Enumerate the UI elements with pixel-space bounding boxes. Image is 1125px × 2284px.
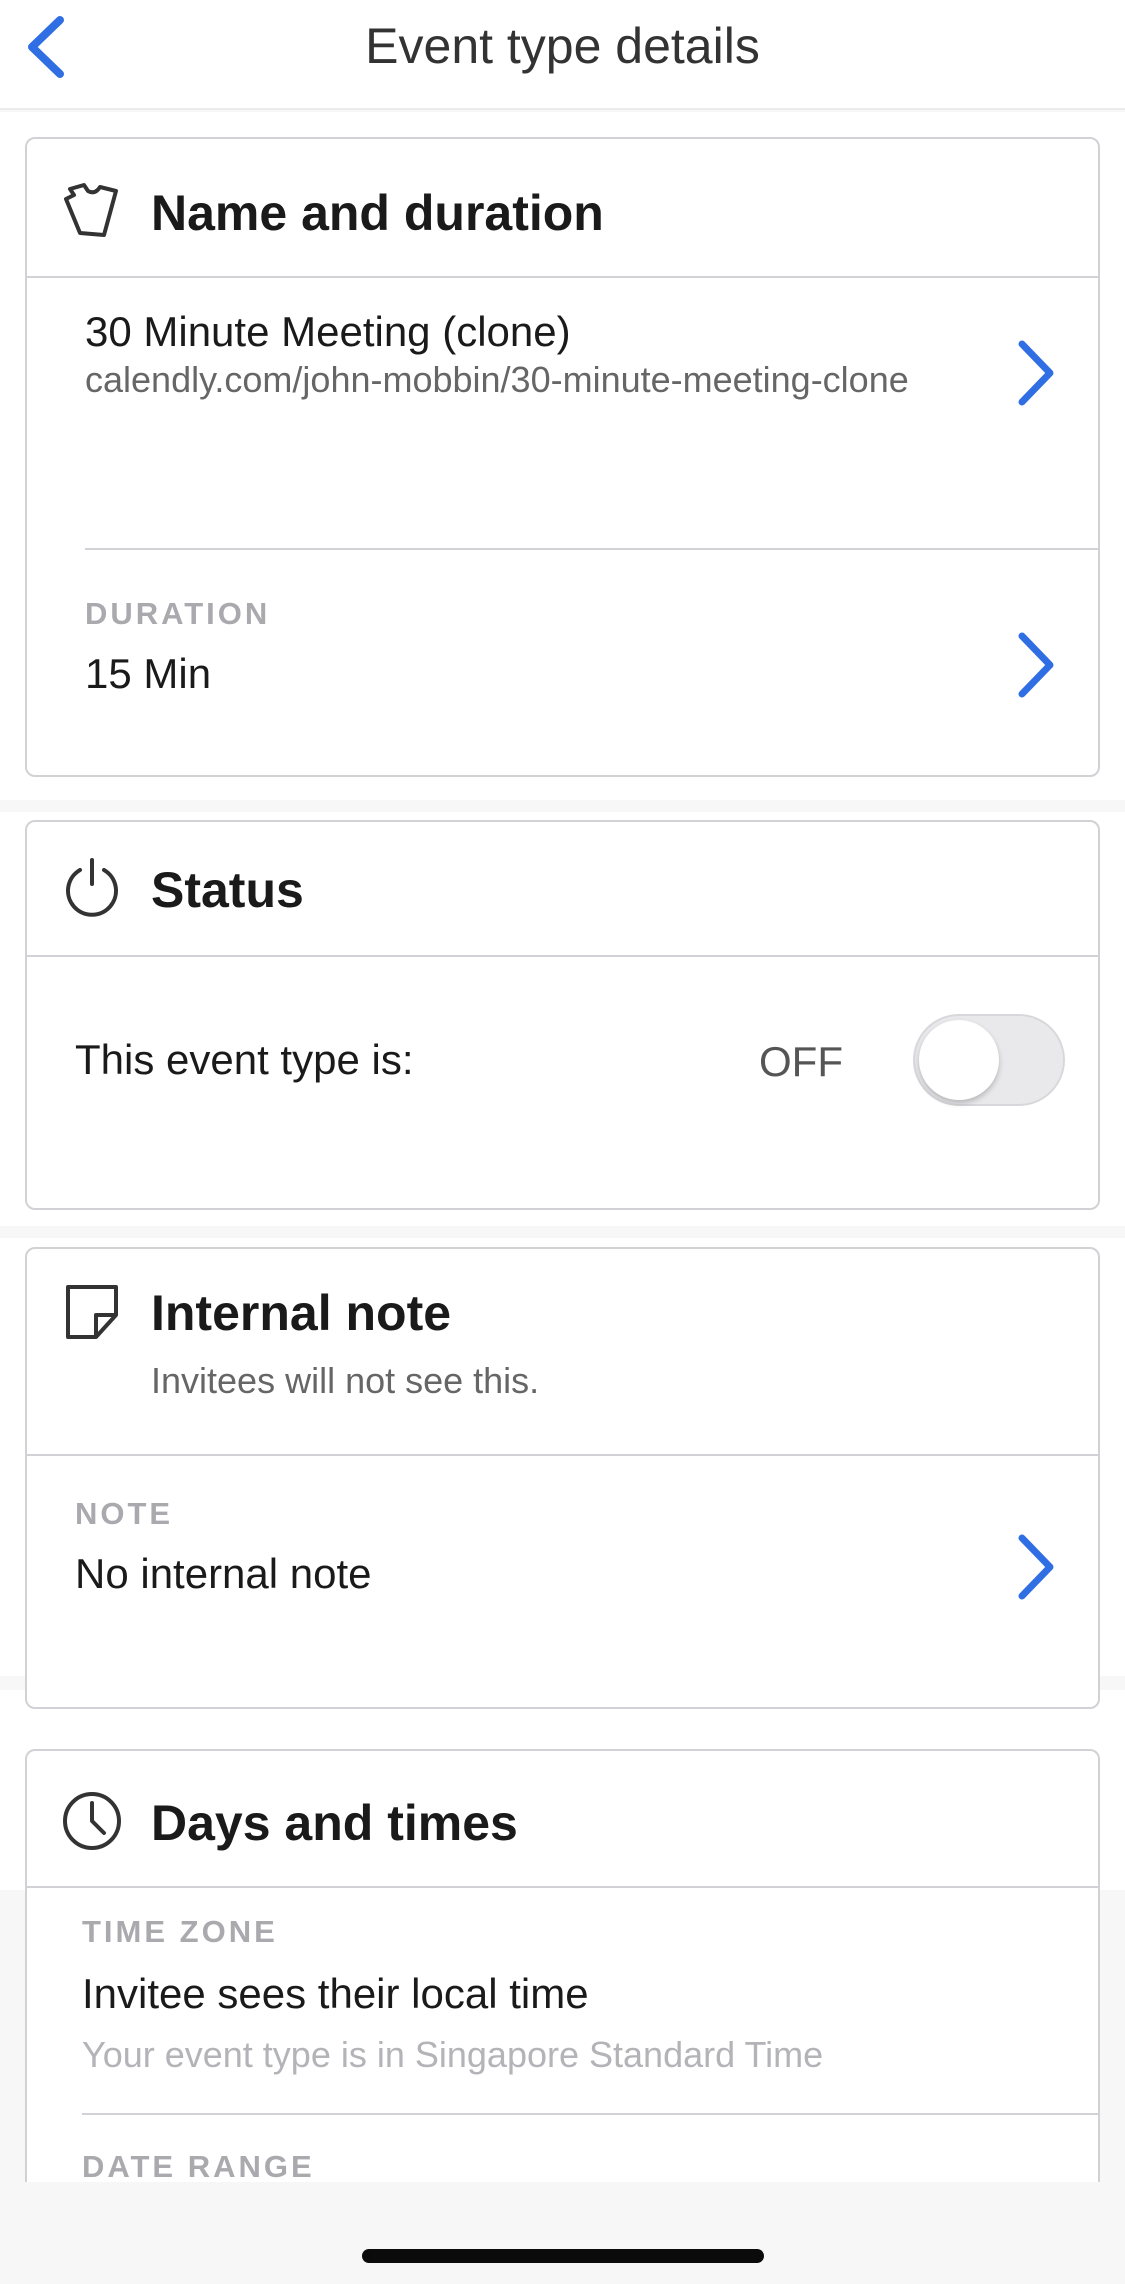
clock-icon xyxy=(63,1792,121,1850)
time-zone-detail: Your event type is in Singapore Standard… xyxy=(82,2034,824,2075)
event-name-row[interactable]: 30 Minute Meeting (clone) calendly.com/j… xyxy=(27,278,1098,488)
card-header: Days and times xyxy=(27,1751,1098,1888)
event-name: 30 Minute Meeting (clone) xyxy=(85,308,571,355)
card-header: Name and duration xyxy=(27,139,1098,278)
name-duration-card: Name and duration 30 Minute Meeting (clo… xyxy=(25,137,1100,777)
toggle-knob xyxy=(919,1020,999,1100)
top-nav-bar: Event type details xyxy=(0,0,1125,110)
chevron-right-icon xyxy=(1018,632,1054,698)
status-state-text: OFF xyxy=(759,1038,843,1085)
card-title: Internal note xyxy=(151,1285,452,1341)
home-indicator[interactable] xyxy=(362,2249,764,2263)
event-url: calendly.com/john-mobbin/30-minute-meeti… xyxy=(85,359,909,400)
internal-note-card: Internal note Invitees will not see this… xyxy=(25,1247,1100,1709)
time-zone-label: TIME ZONE xyxy=(82,1914,278,1949)
date-range-label: DATE RANGE xyxy=(82,2149,315,2184)
card-title: Days and times xyxy=(151,1795,518,1851)
duration-value: 15 Min xyxy=(85,650,212,697)
chevron-right-icon xyxy=(1018,1534,1054,1600)
status-toggle[interactable] xyxy=(913,1014,1065,1106)
page-title: Event type details xyxy=(365,18,760,74)
card-subtitle: Invitees will not see this. xyxy=(151,1360,540,1401)
note-label: NOTE xyxy=(75,1496,174,1531)
card-title: Status xyxy=(151,862,304,918)
days-times-card: Days and times TIME ZONE Invitee sees th… xyxy=(25,1749,1100,2229)
card-header: Status xyxy=(27,822,1098,957)
duration-row[interactable]: DURATION 15 Min xyxy=(27,550,1098,776)
time-zone-value: Invitee sees their local time xyxy=(82,1970,589,2017)
card-title: Name and duration xyxy=(151,185,604,241)
card-header: Internal note Invitees will not see this… xyxy=(27,1249,1098,1456)
sticky-note-icon xyxy=(66,1285,118,1339)
bottom-safe-area xyxy=(0,2182,1125,2284)
duration-label: DURATION xyxy=(85,596,271,631)
chevron-right-icon xyxy=(1018,340,1054,406)
note-value: No internal note xyxy=(75,1550,372,1597)
status-label: This event type is: xyxy=(75,1036,414,1083)
power-icon xyxy=(66,858,118,917)
time-zone-row[interactable]: TIME ZONE Invitee sees their local time … xyxy=(27,1890,1098,2110)
note-row[interactable]: NOTE No internal note xyxy=(27,1458,1098,1708)
ticket-icon xyxy=(64,183,118,237)
status-card: Status This event type is: OFF xyxy=(25,820,1100,1210)
